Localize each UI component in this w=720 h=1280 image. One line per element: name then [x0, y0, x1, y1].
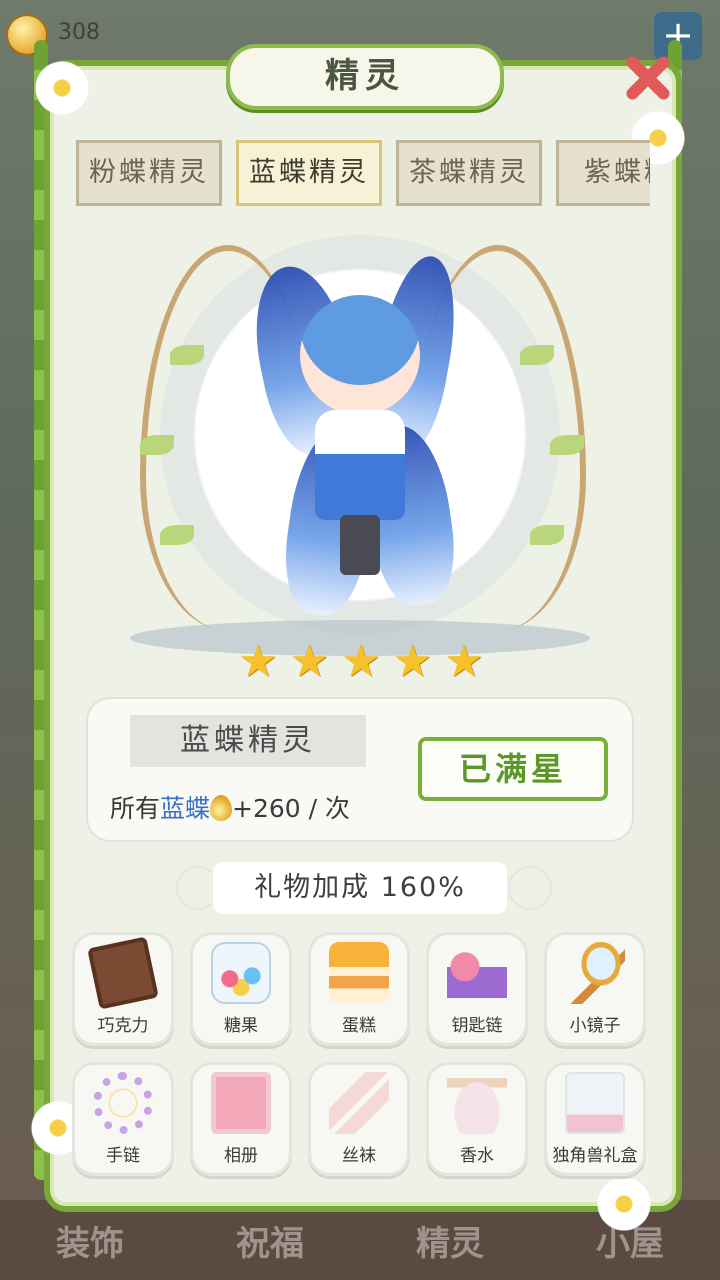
leaf-icon: [520, 345, 554, 365]
star-icon: ★: [392, 636, 433, 687]
gift-label: 小镜子: [569, 1016, 621, 1036]
bonus-unit: / 次: [308, 794, 351, 823]
gift-item[interactable]: 手链: [72, 1062, 174, 1176]
gift-label: 丝袜: [342, 1146, 376, 1166]
nav-decor[interactable]: 装饰: [56, 1216, 124, 1265]
leaf-icon: [530, 525, 564, 545]
daisy-icon: [34, 60, 90, 116]
tab-tea-butterfly[interactable]: 茶蝶精灵: [396, 140, 542, 206]
gift-label: 独角兽礼盒: [552, 1146, 638, 1166]
max-star-button[interactable]: 已满星: [418, 737, 608, 801]
gift-label: 蛋糕: [342, 1016, 376, 1036]
nav-blessing[interactable]: 祝福: [236, 1216, 304, 1265]
gift-label: 相册: [224, 1146, 258, 1166]
tab-blue-butterfly[interactable]: 蓝蝶精灵: [236, 140, 382, 206]
leaf-icon: [160, 525, 194, 545]
bracelet-icon: [93, 1072, 153, 1134]
leaf-icon: [140, 435, 174, 455]
fairy-body: [315, 410, 405, 520]
gift-item[interactable]: 钥匙链: [426, 932, 528, 1046]
perfume-icon: [447, 1072, 507, 1134]
close-icon[interactable]: [620, 50, 676, 106]
gift-label: 钥匙链: [451, 1016, 503, 1036]
candy-jar-icon: [211, 942, 271, 1004]
tab-purple-butterfly[interactable]: 紫蝶精: [556, 140, 650, 206]
chocolate-icon: [87, 936, 159, 1010]
nav-spirit[interactable]: 精灵: [416, 1216, 484, 1265]
fairy-head: [300, 295, 420, 415]
gift-item[interactable]: 巧克力: [72, 932, 174, 1046]
gift-item[interactable]: 蛋糕: [308, 932, 410, 1046]
wing-decoration-icon: [508, 866, 552, 910]
keychain-icon: [447, 942, 507, 1004]
gift-grid: 巧克力 糖果 蛋糕 钥匙链 小镜子 手链 相册 丝袜 香水 独角兽礼盒: [72, 932, 652, 1184]
modal-title: 精灵: [226, 44, 504, 110]
gift-item[interactable]: 糖果: [190, 932, 292, 1046]
star-icon: ★: [289, 636, 330, 687]
star-icon: ★: [238, 636, 278, 687]
bonus-target: 蓝蝶: [160, 794, 211, 823]
fairy-legs: [340, 515, 380, 575]
leaf-icon: [170, 345, 204, 365]
leaf-icon: [550, 435, 584, 455]
spirit-tabs: 粉蝶精灵 蓝蝶精灵 茶蝶精灵 紫蝶精: [76, 140, 650, 210]
gift-label: 香水: [460, 1146, 494, 1166]
coin-value: 308: [58, 20, 100, 45]
photo-album-icon: [211, 1072, 271, 1134]
spirit-name: 蓝蝶精灵: [130, 715, 366, 767]
bonus-prefix: 所有: [110, 794, 161, 823]
bonus-line: 所有蓝蝶 +260 / 次: [110, 789, 350, 825]
tab-pink-butterfly[interactable]: 粉蝶精灵: [76, 140, 222, 206]
gift-item[interactable]: 香水: [426, 1062, 528, 1176]
spirit-info-card: 蓝蝶精灵 所有蓝蝶 +260 / 次 已满星: [86, 697, 634, 842]
star-icon: ★: [444, 636, 484, 687]
gift-item[interactable]: 丝袜: [308, 1062, 410, 1176]
gift-item[interactable]: 小镜子: [544, 932, 646, 1046]
daisy-icon: [596, 1176, 652, 1232]
gift-label: 糖果: [224, 1016, 258, 1036]
gift-item[interactable]: 相册: [190, 1062, 292, 1176]
bonus-value: +260: [232, 794, 301, 823]
gift-bonus-label: 礼物加成 160%: [213, 862, 507, 914]
gift-label: 手链: [106, 1146, 140, 1166]
mirror-icon: [565, 942, 625, 1004]
gift-item[interactable]: 独角兽礼盒: [544, 1062, 646, 1176]
stockings-icon: [329, 1072, 389, 1134]
star-icon: ★: [341, 636, 381, 687]
gift-label: 巧克力: [97, 1016, 149, 1036]
spirit-portrait: [100, 225, 620, 695]
water-drop-icon: [210, 795, 233, 821]
unicorn-gift-box-icon: [565, 1072, 625, 1134]
cake-icon: [329, 942, 389, 1004]
star-rating: ★ ★ ★ ★ ★: [236, 640, 486, 684]
